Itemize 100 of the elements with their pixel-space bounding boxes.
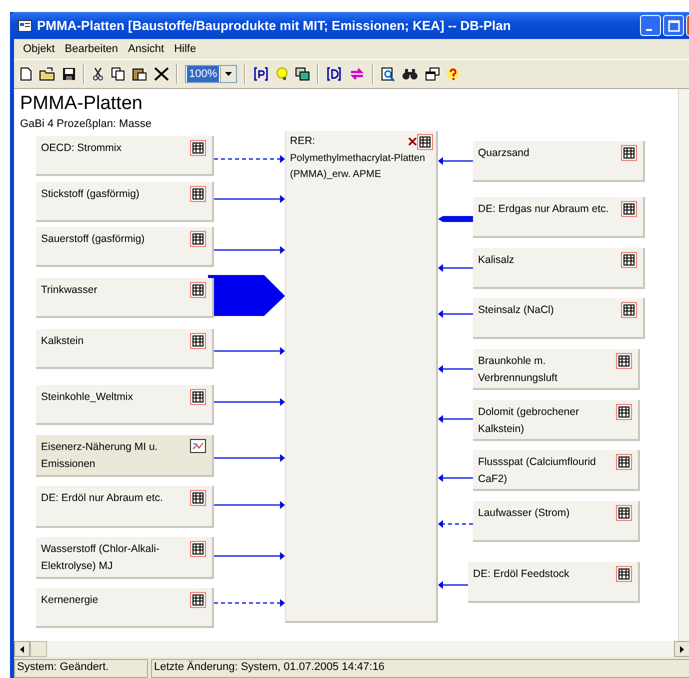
minimize-button[interactable] bbox=[640, 15, 661, 36]
process-node[interactable]: Kalkstein bbox=[36, 329, 214, 369]
new-file-icon[interactable] bbox=[20, 67, 32, 81]
process-node[interactable]: Trinkwasser bbox=[36, 278, 214, 318]
dropdown-arrow-icon bbox=[225, 72, 232, 76]
node-label: Polymethylmethacrylat-Platten (PMMA)_erw. APME bbox=[290, 152, 426, 182]
scroll-left-button[interactable] bbox=[14, 641, 30, 657]
process-node[interactable]: Kernenergie bbox=[36, 588, 214, 628]
swap-arrows-icon[interactable] bbox=[349, 67, 365, 81]
process-icon bbox=[190, 282, 206, 298]
light-bulb-icon[interactable] bbox=[276, 67, 288, 81]
scissors-icon[interactable] bbox=[92, 67, 104, 81]
process-node[interactable]: Braunkohle m. Verbrennungsluft bbox=[473, 349, 640, 390]
node-label: Wasserstoff (Chlor-Alkali-Elektrolyse) MJ bbox=[41, 542, 160, 574]
process-node[interactable]: DE: Erdöl nur Abraum etc. bbox=[36, 486, 214, 528]
menu-item[interactable]: Objekt bbox=[18, 41, 60, 57]
node-label: Quarzsand bbox=[478, 146, 530, 161]
process-icon bbox=[190, 186, 206, 202]
left-arrow-icon bbox=[20, 646, 24, 652]
paste-icon[interactable] bbox=[132, 67, 147, 81]
node-label: Stickstoff (gasförmig) bbox=[41, 187, 140, 202]
process-icon bbox=[190, 490, 206, 506]
node-label: Flussspat (Calciumflourid CaF2) bbox=[478, 455, 597, 487]
process-icon bbox=[190, 333, 206, 349]
maximize-button[interactable] bbox=[663, 15, 684, 36]
node-label: DE: Erdöl nur Abraum etc. bbox=[41, 491, 164, 506]
menu-item[interactable]: Ansicht bbox=[123, 41, 170, 57]
copy-icon[interactable] bbox=[111, 67, 125, 81]
process-icon bbox=[417, 134, 433, 150]
node-label: Dolomit (gebrochener Kalkstein) bbox=[478, 405, 580, 437]
plan-icon bbox=[190, 439, 206, 453]
node-label: Kalkstein bbox=[41, 334, 85, 349]
process-node[interactable]: RER: Polymethylmethacrylat-Platten (PMMA)_erw. APME bbox=[285, 131, 438, 623]
node-label: RER: bbox=[290, 134, 316, 149]
scroll-right-button[interactable] bbox=[674, 641, 689, 657]
bracket-d-icon[interactable] bbox=[326, 67, 342, 81]
node-label: OECD: Strommix bbox=[41, 141, 123, 156]
process-node[interactable]: Stickstoff (gasförmig) bbox=[36, 182, 214, 222]
save-icon[interactable] bbox=[62, 67, 76, 81]
process-icon bbox=[621, 201, 637, 217]
node-label: Steinkohle_Weltmix bbox=[41, 390, 134, 405]
scroll-thumb[interactable] bbox=[30, 641, 47, 657]
process-node[interactable]: Laufwasser (Strom) bbox=[473, 501, 640, 542]
node-label: Kalisalz bbox=[478, 253, 516, 268]
node-label: DE: Erdöl Feedstock bbox=[473, 567, 570, 582]
process-icon bbox=[616, 566, 632, 582]
plan-title: PMMA-Platten bbox=[20, 93, 142, 115]
process-icon bbox=[616, 505, 632, 521]
horizontal-scrollbar[interactable] bbox=[14, 641, 689, 657]
process-node[interactable]: Sauerstoff (gasförmig) bbox=[36, 227, 214, 267]
node-label: Trinkwasser bbox=[41, 283, 98, 298]
process-icon bbox=[190, 231, 206, 247]
help-icon[interactable] bbox=[447, 66, 459, 82]
process-node[interactable]: Quarzsand bbox=[473, 141, 645, 182]
status-text: Letzte Änderung: System, 01.07.2005 14:47:16 bbox=[151, 659, 689, 678]
process-icon bbox=[190, 541, 206, 557]
status-text: System: Geändert. bbox=[14, 659, 148, 678]
node-label: DE: Erdgas nur Abraum etc. bbox=[478, 202, 610, 217]
node-label: Laufwasser (Strom) bbox=[478, 506, 571, 521]
bracket-p-icon[interactable] bbox=[253, 67, 269, 81]
process-node[interactable]: DE: Erdgas nur Abraum etc. bbox=[473, 197, 645, 238]
plan-subtitle: GaBi 4 Prozeßplan: Masse bbox=[20, 118, 152, 130]
node-label: Braunkohle m. Verbrennungsluft bbox=[478, 354, 558, 386]
process-node[interactable]: Steinkohle_Weltmix bbox=[36, 385, 214, 425]
process-icon bbox=[621, 302, 637, 318]
process-node[interactable]: OECD: Strommix bbox=[36, 136, 214, 176]
minimize-icon bbox=[646, 28, 652, 30]
windows-icon[interactable] bbox=[425, 67, 440, 81]
process-node[interactable]: Eisenerz-Näherung MI u. Emissionen bbox=[36, 435, 214, 477]
process-node[interactable]: Kalisalz bbox=[473, 248, 645, 289]
process-node[interactable]: Flussspat (Calciumflourid CaF2) bbox=[473, 450, 640, 491]
process-icon bbox=[616, 353, 632, 369]
open-folder-icon[interactable] bbox=[39, 67, 55, 81]
binoculars-icon[interactable] bbox=[402, 67, 418, 81]
menu-item[interactable]: Hilfe bbox=[169, 41, 202, 57]
process-node[interactable]: Wasserstoff (Chlor-Alkali-Elektrolyse) MJ bbox=[36, 537, 214, 579]
maximize-icon bbox=[668, 20, 680, 32]
x-mark-icon bbox=[408, 137, 417, 146]
delete-icon[interactable] bbox=[154, 67, 169, 81]
app-icon bbox=[18, 20, 32, 32]
process-node[interactable]: DE: Erdöl Feedstock bbox=[468, 562, 640, 603]
magnifier-page-icon[interactable] bbox=[381, 66, 395, 82]
window-picture-icon[interactable] bbox=[295, 67, 310, 81]
zoom-dropdown[interactable]: 100% bbox=[185, 65, 237, 83]
process-icon bbox=[621, 252, 637, 268]
window-title: PMMA-Platten [Baustoffe/Bauprodukte mit MIT; Emissionen; KEA] -- DB-Plan bbox=[37, 18, 511, 33]
process-icon bbox=[190, 389, 206, 405]
process-node[interactable]: Steinsalz (NaCl) bbox=[473, 298, 645, 339]
node-label: Sauerstoff (gasförmig) bbox=[41, 232, 146, 247]
right-arrow-icon bbox=[680, 646, 684, 652]
process-icon bbox=[621, 145, 637, 161]
process-icon bbox=[190, 140, 206, 156]
process-icon bbox=[190, 592, 206, 608]
node-label: Kernenergie bbox=[41, 593, 100, 608]
process-node[interactable]: Dolomit (gebrochener Kalkstein) bbox=[473, 400, 640, 441]
menu-item[interactable]: Bearbeiten bbox=[60, 41, 124, 57]
node-label: Eisenerz-Näherung MI u. Emissionen bbox=[41, 440, 159, 472]
process-icon bbox=[616, 404, 632, 420]
node-label: Steinsalz (NaCl) bbox=[478, 303, 555, 318]
process-icon bbox=[616, 454, 632, 470]
